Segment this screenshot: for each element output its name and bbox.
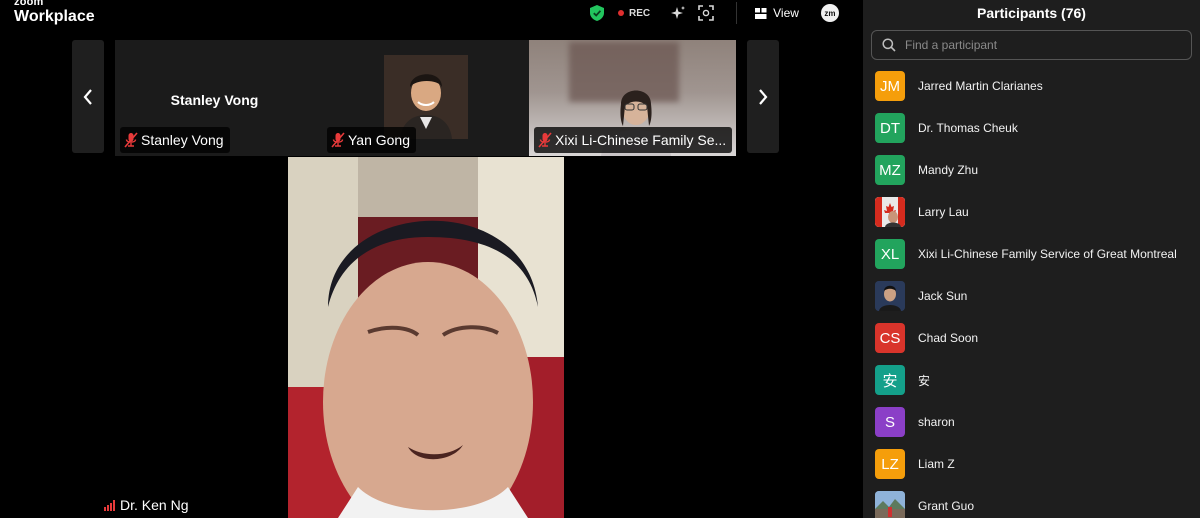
mic-muted-icon bbox=[538, 132, 552, 148]
participant-row[interactable]: DT Dr. Thomas Cheuk bbox=[863, 107, 1200, 149]
participant-row[interactable]: Larry Lau bbox=[863, 191, 1200, 233]
participant-avatar: LZ bbox=[875, 449, 905, 479]
tile-name-label: Stanley Vong bbox=[120, 127, 230, 153]
search-input[interactable] bbox=[905, 38, 1175, 52]
participant-avatar: XL bbox=[875, 239, 905, 269]
participant-name: 安 bbox=[918, 373, 931, 388]
participant-name: Larry Lau bbox=[918, 205, 969, 219]
participant-avatar: S bbox=[875, 407, 905, 437]
participant-name: Jarred Martin Clarianes bbox=[918, 79, 1043, 93]
participant-avatar bbox=[875, 281, 905, 311]
participants-panel: Participants (76) JM Jarred Martin Clari… bbox=[863, 0, 1200, 518]
brand-small: zoom bbox=[14, 0, 44, 8]
tile-name-label: Xixi Li-Chinese Family Se... bbox=[534, 127, 733, 153]
user-avatar[interactable]: zm bbox=[820, 4, 839, 22]
search-icon bbox=[882, 38, 896, 52]
previous-page-button[interactable] bbox=[72, 40, 104, 153]
video-tile-stanley-vong[interactable]: Stanley Vong Stanley Vong bbox=[115, 40, 322, 156]
mic-muted-icon bbox=[124, 132, 138, 148]
grid-view-icon bbox=[755, 7, 767, 19]
chevron-right-icon bbox=[759, 88, 768, 105]
brand-big: Workplace bbox=[14, 8, 95, 25]
participant-row[interactable]: MZ Mandy Zhu bbox=[863, 149, 1200, 191]
participant-avatar: MZ bbox=[875, 155, 905, 185]
participant-row[interactable]: Grant Guo bbox=[863, 485, 1200, 518]
participant-name: Xixi Li-Chinese Family Se... bbox=[555, 132, 727, 148]
person-photo-icon bbox=[875, 281, 905, 311]
tile-display-name: Stanley Vong bbox=[170, 92, 259, 108]
focus-frame-icon[interactable] bbox=[698, 5, 714, 21]
participant-avatar: 安 bbox=[875, 365, 905, 395]
video-tile-xixi-li[interactable]: Xixi Li-Chinese Family Se... bbox=[529, 40, 736, 156]
participant-row[interactable]: Jack Sun bbox=[863, 275, 1200, 317]
participant-avatar: CS bbox=[875, 323, 905, 353]
participant-list: JM Jarred Martin Clarianes DT Dr. Thomas… bbox=[863, 65, 1200, 518]
participant-name: Chad Soon bbox=[918, 331, 979, 345]
participant-name: Liam Z bbox=[918, 457, 955, 471]
mic-muted-icon bbox=[331, 132, 345, 148]
participant-avatar bbox=[875, 197, 905, 227]
view-button[interactable]: View bbox=[755, 6, 799, 20]
recording-indicator[interactable]: REC bbox=[618, 8, 650, 19]
security-shield-icon[interactable] bbox=[590, 5, 604, 21]
speaker-name-label: Dr. Ken Ng bbox=[104, 497, 188, 513]
speaker-name: Dr. Ken Ng bbox=[120, 497, 189, 513]
signal-strength-icon bbox=[104, 499, 116, 511]
participant-name: Yan Gong bbox=[348, 132, 411, 148]
canada-flag-photo-icon bbox=[875, 197, 905, 227]
toolbar-divider bbox=[736, 2, 738, 24]
participant-name: sharon bbox=[918, 415, 955, 429]
recording-dot-icon bbox=[618, 10, 624, 16]
participant-search[interactable] bbox=[871, 30, 1192, 60]
zoom-workplace-logo: zoom Workplace bbox=[14, 0, 95, 25]
participant-name: Xixi Li-Chinese Family Service of Great … bbox=[918, 247, 1177, 261]
outdoor-photo-icon bbox=[875, 491, 905, 518]
chevron-left-icon bbox=[83, 88, 92, 105]
participant-name: Mandy Zhu bbox=[918, 163, 979, 177]
tile-name-label: Yan Gong bbox=[327, 127, 417, 153]
participant-row[interactable]: LZ Liam Z bbox=[863, 443, 1200, 485]
participant-avatar: JM bbox=[875, 71, 905, 101]
participant-row[interactable]: CS Chad Soon bbox=[863, 317, 1200, 359]
top-toolbar: REC View zm bbox=[590, 0, 839, 26]
video-tile-yan-gong[interactable]: Yan Gong bbox=[322, 40, 529, 156]
participant-avatar bbox=[875, 491, 905, 518]
speaker-video-feed bbox=[288, 157, 564, 518]
participant-name: Jack Sun bbox=[918, 289, 968, 303]
active-speaker-video[interactable] bbox=[288, 157, 564, 518]
participant-avatar: DT bbox=[875, 113, 905, 143]
view-label: View bbox=[773, 6, 799, 20]
ai-sparkle-icon[interactable] bbox=[670, 5, 686, 21]
participant-name: Stanley Vong bbox=[141, 132, 224, 148]
next-page-button[interactable] bbox=[747, 40, 779, 153]
participant-row[interactable]: JM Jarred Martin Clarianes bbox=[863, 65, 1200, 107]
participant-row[interactable]: S sharon bbox=[863, 401, 1200, 443]
rec-label: REC bbox=[629, 7, 651, 19]
panel-title: Participants (76) bbox=[977, 5, 1086, 21]
participant-row[interactable]: 安 安 bbox=[863, 359, 1200, 401]
participant-row[interactable]: XL Xixi Li-Chinese Family Service of Gre… bbox=[863, 233, 1200, 275]
participant-name: Dr. Thomas Cheuk bbox=[918, 121, 1018, 135]
participant-name: Grant Guo bbox=[918, 499, 975, 513]
